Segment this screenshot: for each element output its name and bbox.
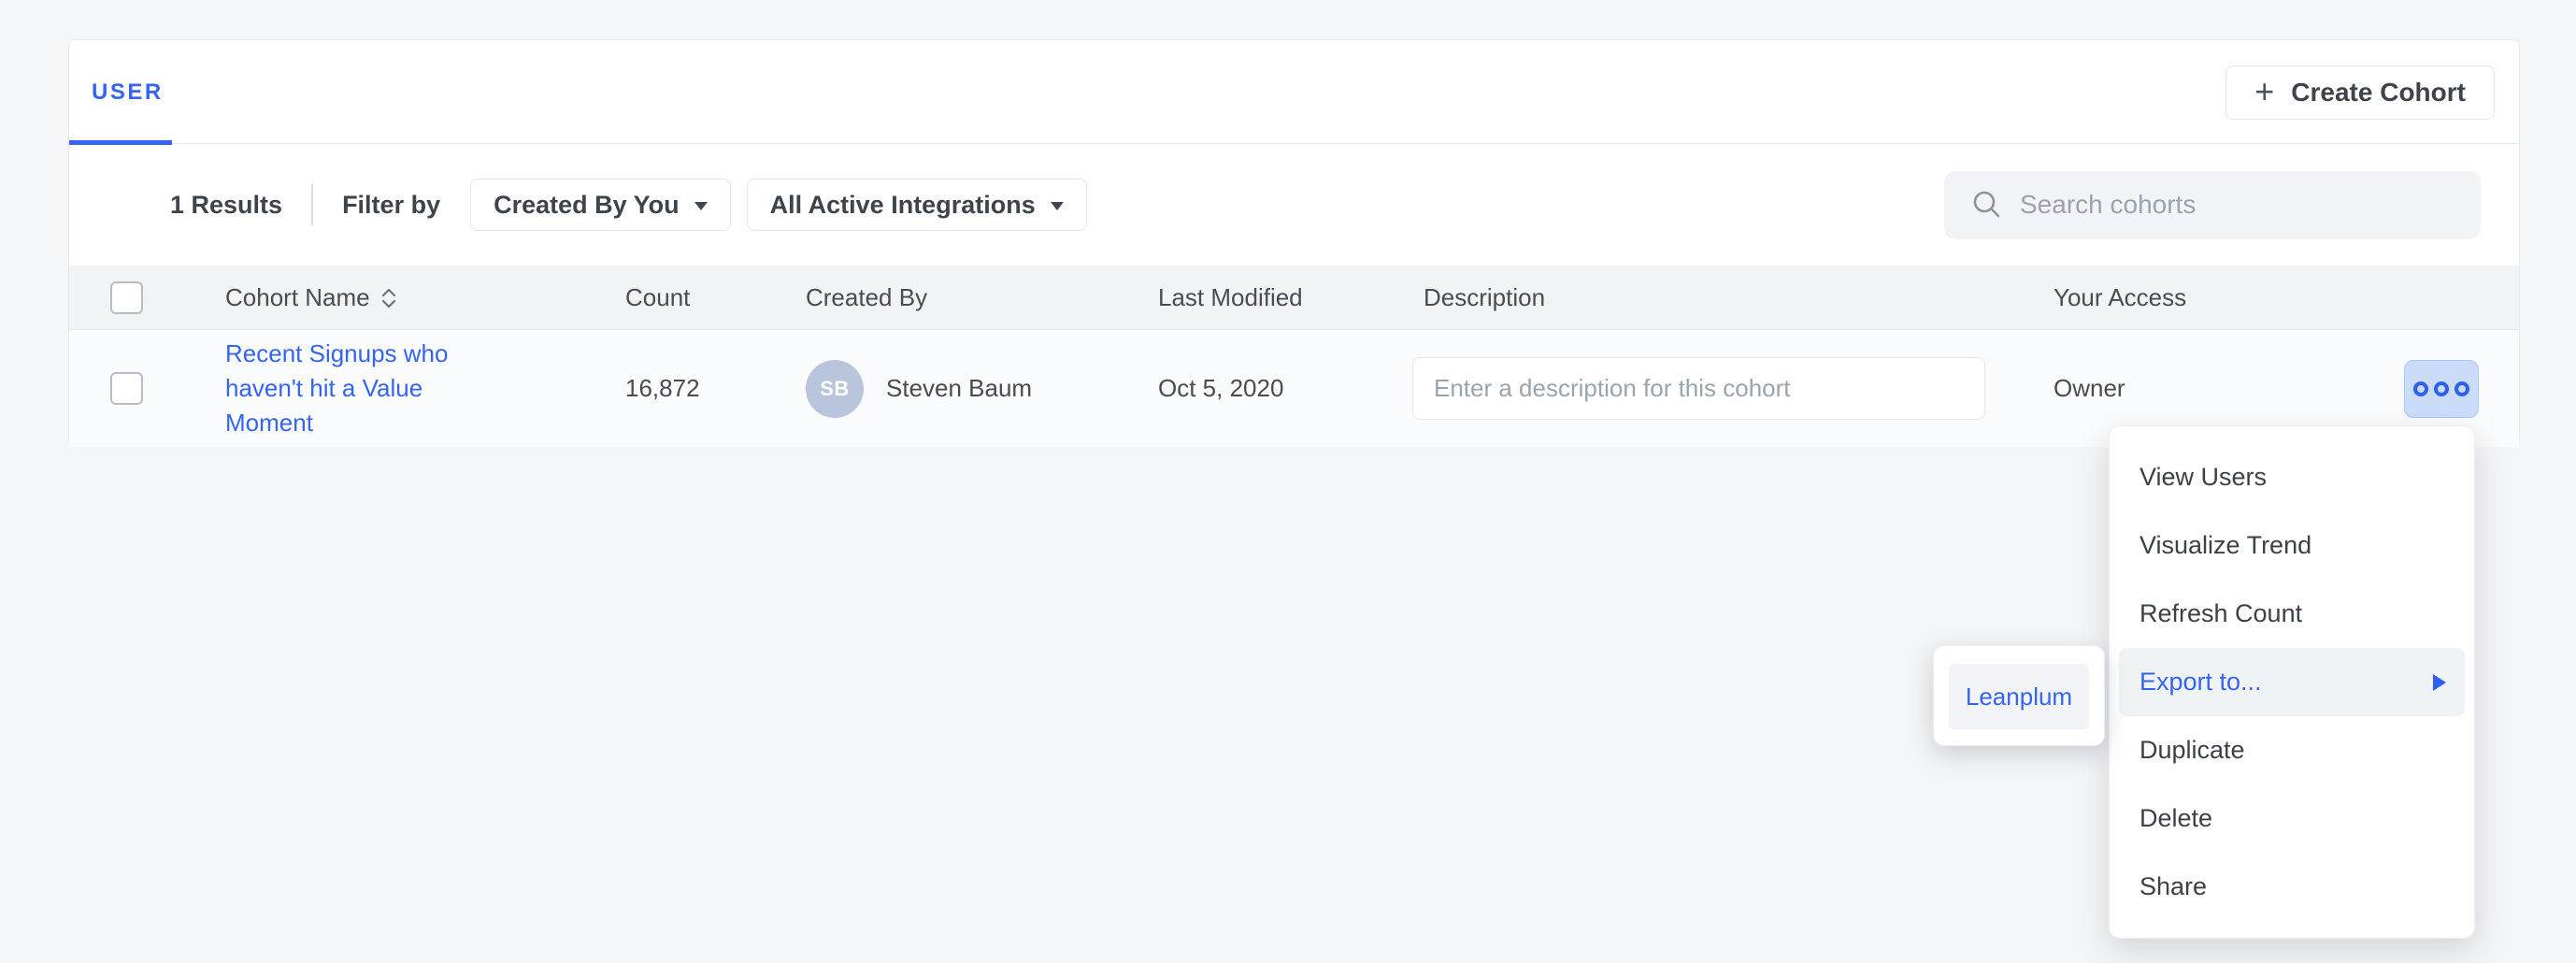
menu-item-refresh-count[interactable]: Refresh Count	[2110, 580, 2474, 648]
ellipsis-icon	[2454, 381, 2469, 396]
ellipsis-icon	[2413, 381, 2428, 396]
menu-item-export-to-label: Export to...	[2140, 668, 2262, 697]
export-submenu: Leanplum	[1933, 645, 2105, 746]
select-all-checkbox[interactable]	[110, 281, 143, 314]
row-checkbox[interactable]	[110, 372, 143, 405]
cohorts-panel: USER + Create Cohort 1 Results Filter by…	[68, 39, 2520, 446]
table-header-row: Cohort Name Count Created By Last Modifi…	[69, 266, 2519, 330]
submenu-item-leanplum[interactable]: Leanplum	[1949, 664, 2089, 729]
creator-name: Steven Baum	[886, 374, 1032, 403]
menu-item-export-to[interactable]: Export to...	[2119, 648, 2465, 716]
search-icon	[1971, 189, 2003, 221]
plus-icon: +	[2254, 75, 2274, 108]
column-header-count: Count	[625, 283, 806, 312]
created-by-dropdown[interactable]: Created By You	[470, 179, 731, 231]
row-context-menu: View Users Visualize Trend Refresh Count…	[2109, 425, 2475, 939]
row-actions-button[interactable]	[2404, 360, 2479, 418]
tab-user[interactable]: USER	[69, 40, 172, 144]
access-value: Owner	[2054, 374, 2336, 403]
ellipsis-icon	[2434, 381, 2449, 396]
menu-item-share[interactable]: Share	[2110, 853, 2474, 921]
column-header-created-by: Created By	[806, 283, 1158, 312]
submenu-arrow-icon	[2433, 674, 2446, 691]
search-box	[1944, 171, 2481, 239]
column-header-description: Description	[1412, 283, 2054, 312]
create-cohort-button[interactable]: + Create Cohort	[2225, 65, 2495, 120]
column-header-last-modified: Last Modified	[1158, 283, 1412, 312]
chevron-down-icon	[694, 202, 708, 210]
menu-item-visualize-trend[interactable]: Visualize Trend	[2110, 511, 2474, 580]
integrations-dropdown[interactable]: All Active Integrations	[747, 179, 1087, 231]
menu-item-delete[interactable]: Delete	[2110, 784, 2474, 853]
filter-by-label: Filter by	[342, 191, 440, 220]
column-header-your-access: Your Access	[2054, 283, 2336, 312]
chevron-down-icon	[1051, 202, 1064, 210]
avatar-initials: SB	[820, 377, 850, 401]
vertical-divider	[311, 184, 313, 225]
sort-icon[interactable]	[379, 285, 398, 311]
description-input[interactable]	[1412, 357, 1985, 420]
filter-bar: 1 Results Filter by Created By You All A…	[69, 144, 2519, 266]
integrations-dropdown-label: All Active Integrations	[770, 191, 1036, 220]
cohort-name-link[interactable]: Recent Signups who haven't hit a Value M…	[225, 337, 464, 440]
tab-user-label: USER	[92, 79, 164, 106]
active-tab-underline	[69, 140, 172, 145]
avatar: SB	[806, 360, 864, 418]
last-modified-date: Oct 5, 2020	[1158, 374, 1412, 403]
cohort-count: 16,872	[625, 374, 806, 403]
create-cohort-label: Create Cohort	[2291, 78, 2466, 108]
menu-item-view-users[interactable]: View Users	[2110, 443, 2474, 511]
created-by-dropdown-label: Created By You	[494, 191, 680, 220]
search-input[interactable]	[2020, 190, 2458, 220]
tab-bar: USER + Create Cohort	[69, 40, 2519, 144]
menu-item-duplicate[interactable]: Duplicate	[2110, 716, 2474, 784]
column-header-cohort-name[interactable]: Cohort Name	[225, 283, 370, 312]
results-count: 1 Results	[170, 191, 282, 220]
